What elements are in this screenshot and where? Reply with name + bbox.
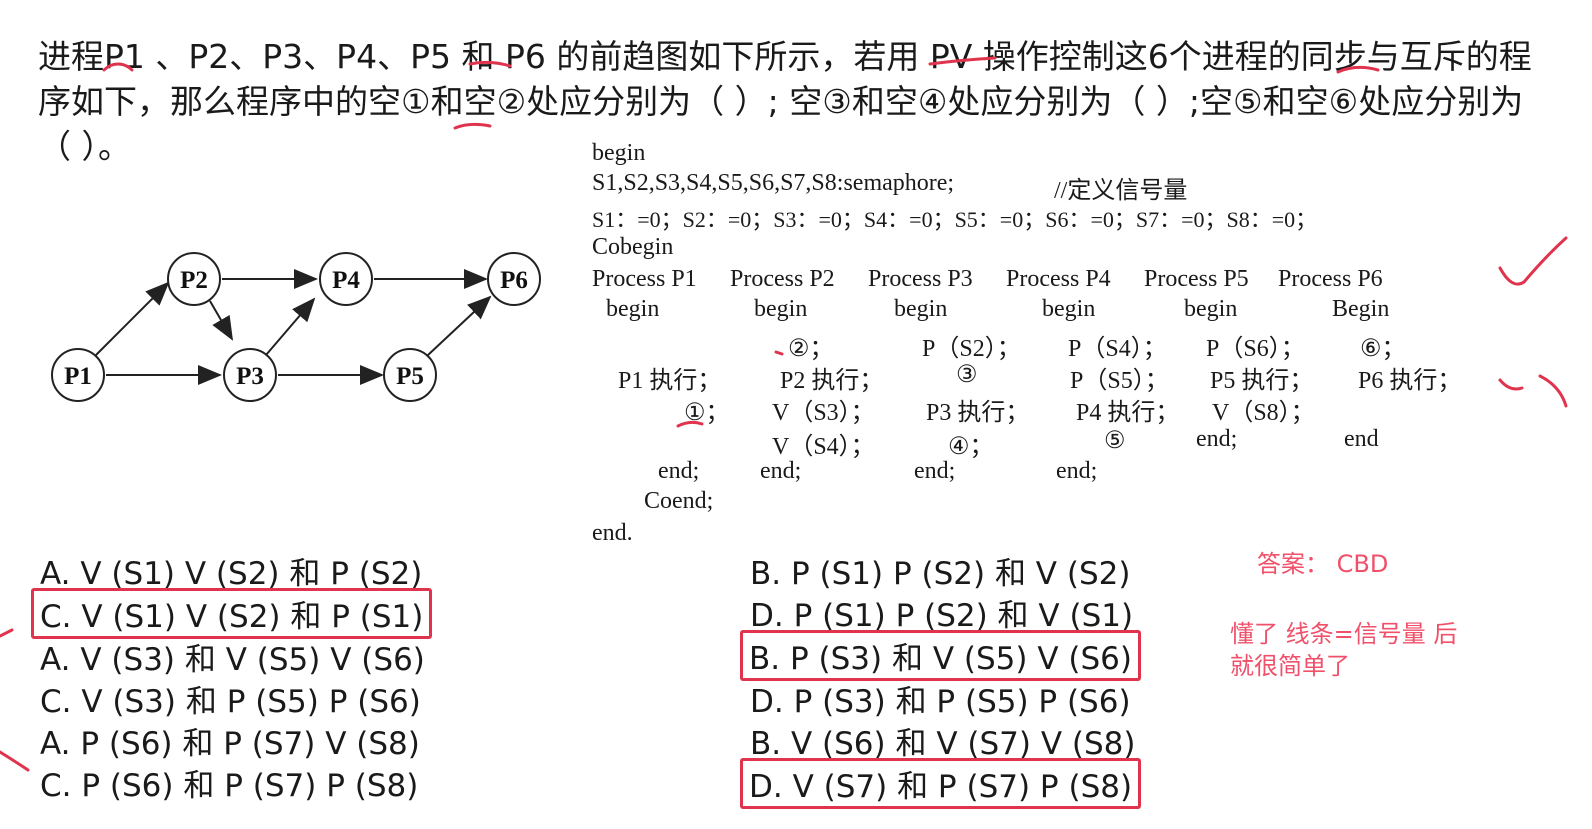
code-p2-begin: begin <box>754 296 808 322</box>
ink-curve-right <box>1498 378 1524 391</box>
code-p5-end: end; <box>1196 426 1238 452</box>
ink-mark-left-2 <box>0 750 30 772</box>
option-q3-c[interactable]: C. P (S6) 和 P (S7) P (S8) <box>40 760 418 805</box>
option-q2-b[interactable]: B. P (S3) 和 V (S5) V (S6) <box>740 630 1141 681</box>
node-p4-label: P4 <box>332 267 360 294</box>
option-q1-d[interactable]: D. P (S1) P (S2) 和 V (S1) <box>750 590 1133 635</box>
code-p6-exec: P6 执行； <box>1358 368 1462 394</box>
answer-note-line-2: 就很简单了 <box>1230 652 1350 680</box>
option-q3-d[interactable]: D. V (S7) 和 P (S7) P (S8) <box>740 758 1142 809</box>
node-p3-label: P3 <box>236 363 264 390</box>
code-p3-blank-4: ④； <box>948 434 994 460</box>
code-p1-exec: P1 执行； <box>618 368 722 394</box>
code-begin: begin <box>592 140 646 166</box>
code-p4-exec: P4 执行； <box>1076 400 1180 426</box>
code-p2-v-s4: V（S4）； <box>772 434 875 460</box>
option-q1-c[interactable]: C. V (S1) V (S2) 和 P (S1) <box>31 588 433 639</box>
code-p3-p-s2: P（S2）； <box>922 336 1021 362</box>
edge-p5-p6 <box>427 295 492 356</box>
ink-mark-left-1 <box>0 628 14 638</box>
option-q3-a[interactable]: A. P (S6) 和 P (S7) V (S8) <box>40 718 420 763</box>
edge-p2-p3 <box>209 300 234 341</box>
code-process-p3: Process P3 <box>868 266 973 292</box>
code-init: S1：=0；S2：=0；S3：=0；S4：=0；S5：=0；S6：=0；S7：=… <box>592 207 1318 232</box>
edge-p1-p2 <box>95 281 170 356</box>
node-p1-label: P1 <box>64 363 92 390</box>
code-p4-blank-5: ⑤ <box>1104 428 1126 454</box>
code-p2-exec: P2 执行； <box>780 368 884 394</box>
code-p4-begin: begin <box>1042 296 1096 322</box>
code-p3-blank-3: ③ <box>956 362 978 388</box>
code-p1-end: end; <box>658 458 700 484</box>
code-process-p4: Process P4 <box>1006 266 1111 292</box>
option-q1-b[interactable]: B. P (S1) P (S2) 和 V (S2) <box>750 548 1130 593</box>
code-p3-exec: P3 执行； <box>926 400 1030 426</box>
code-p1-begin: begin <box>606 296 660 322</box>
code-p6-end: end <box>1344 426 1379 452</box>
option-q2-c[interactable]: C. V (S3) 和 P (S5) P (S6) <box>40 676 421 721</box>
edge-p3-p4 <box>265 297 316 356</box>
option-q2-d[interactable]: D. P (S3) 和 P (S5) P (S6) <box>750 676 1131 721</box>
code-end: end. <box>592 520 633 546</box>
answer-label: 答案： CBD <box>1257 550 1389 578</box>
code-p5-v-s8: V（S8）； <box>1212 400 1315 426</box>
code-p5-exec: P5 执行； <box>1210 368 1314 394</box>
option-q2-a[interactable]: A. V (S3) 和 V (S5) V (S6) <box>40 634 425 679</box>
code-p5-begin: begin <box>1184 296 1238 322</box>
code-p4-end: end; <box>1056 458 1098 484</box>
option-q3-b[interactable]: B. V (S6) 和 V (S7) V (S8) <box>750 718 1136 763</box>
code-process-p6: Process P6 <box>1278 266 1383 292</box>
code-p3-begin: begin <box>894 296 948 322</box>
code-p5-p-s6: P（S6）； <box>1206 336 1305 362</box>
code-p2-v-s3: V（S3）； <box>772 400 875 426</box>
node-p5-label: P5 <box>396 363 424 390</box>
code-comment: //定义信号量 <box>1054 178 1188 204</box>
option-q1-a[interactable]: A. V (S1) V (S2) 和 P (S2) <box>40 548 422 593</box>
code-p1-blank-1: ①； <box>684 400 730 426</box>
pv-program-code: begin S1,S2,S3,S4,S5,S6,S7,S8:semaphore;… <box>592 136 1472 556</box>
precedence-graph: P1 P2 P3 P4 P5 P6 <box>51 252 541 402</box>
code-process-p2: Process P2 <box>730 266 835 292</box>
answer-note-line-1: 懂了 线条=信号量 后 <box>1230 620 1458 648</box>
code-p3-end: end; <box>914 458 956 484</box>
node-p2-label: P2 <box>180 267 208 294</box>
code-p2-end: end; <box>760 458 802 484</box>
code-process-p1: Process P1 <box>592 266 697 292</box>
ink-checkmark <box>1498 236 1568 286</box>
code-coend: Coend; <box>644 488 714 514</box>
code-process-p5: Process P5 <box>1144 266 1249 292</box>
node-p6-label: P6 <box>500 267 528 294</box>
code-cobegin: Cobegin <box>592 234 674 260</box>
code-semaphore-decl: S1,S2,S3,S4,S5,S6,S7,S8:semaphore; <box>592 170 955 196</box>
code-p6-begin: Begin <box>1332 296 1390 322</box>
ink-stroke-right <box>1538 374 1568 408</box>
code-p4-p-s5: P（S5）； <box>1070 368 1169 394</box>
code-p6-blank-6: ⑥； <box>1360 336 1406 362</box>
code-p2-blank-2: ②； <box>788 336 834 362</box>
code-p4-p-s4: P（S4）； <box>1068 336 1167 362</box>
